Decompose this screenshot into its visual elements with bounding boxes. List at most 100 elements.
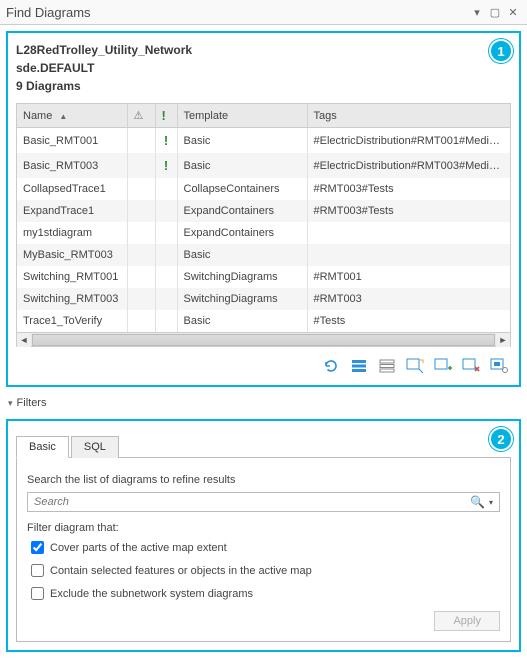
col-header-tags[interactable]: Tags — [307, 104, 510, 128]
cell-flag — [155, 288, 177, 310]
table-row[interactable]: ExpandTrace1 ExpandContainers#RMT003#Test… — [17, 200, 510, 222]
tab-basic[interactable]: Basic — [16, 436, 69, 458]
scroll-track[interactable] — [32, 334, 495, 346]
results-section: 1 L28RedTrolley_Utility_Network sde.DEFA… — [6, 31, 521, 387]
close-button[interactable]: ✕ — [505, 4, 521, 20]
scroll-left-arrow[interactable]: ◄ — [17, 333, 31, 347]
select-all-button[interactable] — [349, 357, 369, 375]
cell-tags — [307, 244, 510, 266]
checkbox-cover-extent-label: Cover parts of the active map extent — [50, 542, 227, 554]
table-row[interactable]: MyBasic_RMT003 Basic — [17, 244, 510, 266]
title-bar: Find Diagrams ▾ ▢ ✕ — [0, 0, 527, 25]
checkbox-exclude-subnetwork-label: Exclude the subnetwork system diagrams — [50, 588, 253, 600]
cell-template: CollapseContainers — [177, 178, 307, 200]
cell-warning — [127, 128, 155, 154]
open-diagram-button[interactable] — [405, 357, 425, 375]
diagram-layer-button[interactable] — [489, 357, 509, 375]
apply-button[interactable]: Apply — [434, 611, 500, 631]
table-row[interactable]: my1stdiagram ExpandContainers — [17, 222, 510, 244]
col-header-flag[interactable]: ! — [155, 104, 177, 128]
cell-warning — [127, 310, 155, 332]
search-input[interactable] — [32, 495, 468, 509]
filters-label: Filters — [17, 397, 47, 409]
cell-tags — [307, 222, 510, 244]
cell-template: Basic — [177, 128, 307, 154]
cell-flag — [155, 222, 177, 244]
table-row[interactable]: Basic_RMT001!Basic#ElectricDistribution#… — [17, 128, 510, 154]
cell-name: CollapsedTrace1 — [17, 178, 127, 200]
remove-diagram-button[interactable] — [461, 357, 481, 375]
cell-name: Switching_RMT001 — [17, 266, 127, 288]
checkbox-contain-features[interactable]: Contain selected features or objects in … — [27, 561, 500, 580]
horizontal-scrollbar[interactable]: ◄ ► — [17, 332, 510, 346]
filters-section: 2 Basic SQL Search the list of diagrams … — [6, 419, 521, 652]
cell-warning — [127, 153, 155, 178]
cell-template: SwitchingDiagrams — [177, 288, 307, 310]
clear-selection-button[interactable] — [377, 357, 397, 375]
refresh-button[interactable] — [321, 357, 341, 375]
cell-warning — [127, 288, 155, 310]
cell-warning — [127, 178, 155, 200]
table-row[interactable]: Basic_RMT003!Basic#ElectricDistribution#… — [17, 153, 510, 178]
table-row[interactable]: Trace1_ToVerifyBasic#Tests — [17, 310, 510, 332]
table-row[interactable]: CollapsedTrace1 CollapseContainers#RMT003… — [17, 178, 510, 200]
cell-warning — [127, 222, 155, 244]
cell-flag — [155, 178, 177, 200]
database-name: sde.DEFAULT — [16, 61, 511, 75]
checkbox-cover-extent-input[interactable] — [31, 541, 44, 554]
cell-tags: #RMT003#Tests — [307, 200, 510, 222]
dropdown-button[interactable]: ▾ — [469, 4, 485, 20]
cell-tags: #ElectricDistribution#RMT003#Medium Volt… — [307, 153, 510, 178]
cell-name: my1stdiagram — [17, 222, 127, 244]
col-header-name[interactable]: Name ▲ — [17, 104, 127, 128]
col-header-name-label: Name — [23, 110, 52, 122]
col-header-template[interactable]: Template — [177, 104, 307, 128]
cell-template: ExpandContainers — [177, 200, 307, 222]
cell-name: MyBasic_RMT003 — [17, 244, 127, 266]
scroll-right-arrow[interactable]: ► — [496, 333, 510, 347]
table-row[interactable]: Switching_RMT003SwitchingDiagrams#RMT003 — [17, 288, 510, 310]
search-field-wrap: 🔍 ▾ — [27, 492, 500, 512]
callout-badge-1: 1 — [489, 39, 513, 63]
checkbox-exclude-subnetwork[interactable]: Exclude the subnetwork system diagrams — [27, 584, 500, 603]
checkbox-exclude-subnetwork-input[interactable] — [31, 587, 44, 600]
cell-tags: #RMT001 — [307, 266, 510, 288]
table-row[interactable]: Switching_RMT001 SwitchingDiagrams#RMT001 — [17, 266, 510, 288]
checkbox-cover-extent[interactable]: Cover parts of the active map extent — [27, 538, 500, 557]
network-name: L28RedTrolley_Utility_Network — [16, 43, 511, 57]
diagram-count: 9 Diagrams — [16, 79, 511, 93]
maximize-button[interactable]: ▢ — [487, 4, 503, 20]
cell-template: Basic — [177, 244, 307, 266]
checkbox-contain-features-label: Contain selected features or objects in … — [50, 565, 312, 577]
cell-flag: ! — [155, 128, 177, 154]
checkbox-contain-features-input[interactable] — [31, 564, 44, 577]
cell-flag: ! — [155, 153, 177, 178]
cell-warning — [127, 200, 155, 222]
tab-body-basic: Search the list of diagrams to refine re… — [16, 458, 511, 642]
filter-tabs: Basic SQL — [16, 435, 511, 458]
add-diagram-button[interactable] — [433, 357, 453, 375]
callout-badge-2: 2 — [489, 427, 513, 451]
cell-name: ExpandTrace1 — [17, 200, 127, 222]
search-label: Search the list of diagrams to refine re… — [27, 474, 500, 486]
cell-flag — [155, 266, 177, 288]
col-header-warning[interactable]: ⚠ — [127, 104, 155, 128]
search-icon[interactable]: 🔍 — [468, 495, 487, 509]
tab-sql[interactable]: SQL — [71, 436, 119, 458]
cell-name: Basic_RMT003 — [17, 153, 127, 178]
cell-template: SwitchingDiagrams — [177, 266, 307, 288]
diagram-table: Name ▲ ⚠ ! Template Tags Basic_RMT001!Ba… — [16, 103, 511, 347]
flag-icon: ! — [162, 108, 166, 123]
cell-template: Basic — [177, 153, 307, 178]
cell-flag — [155, 200, 177, 222]
filters-expander[interactable]: ▾ Filters — [6, 393, 521, 413]
cell-flag — [155, 244, 177, 266]
cell-warning — [127, 244, 155, 266]
cell-tags: #RMT003#Tests — [307, 178, 510, 200]
cell-warning — [127, 266, 155, 288]
cell-tags: #Tests — [307, 310, 510, 332]
chevron-down-icon: ▾ — [8, 398, 13, 409]
cell-template: ExpandContainers — [177, 222, 307, 244]
filter-label: Filter diagram that: — [27, 522, 500, 534]
search-dropdown-icon[interactable]: ▾ — [487, 498, 495, 507]
